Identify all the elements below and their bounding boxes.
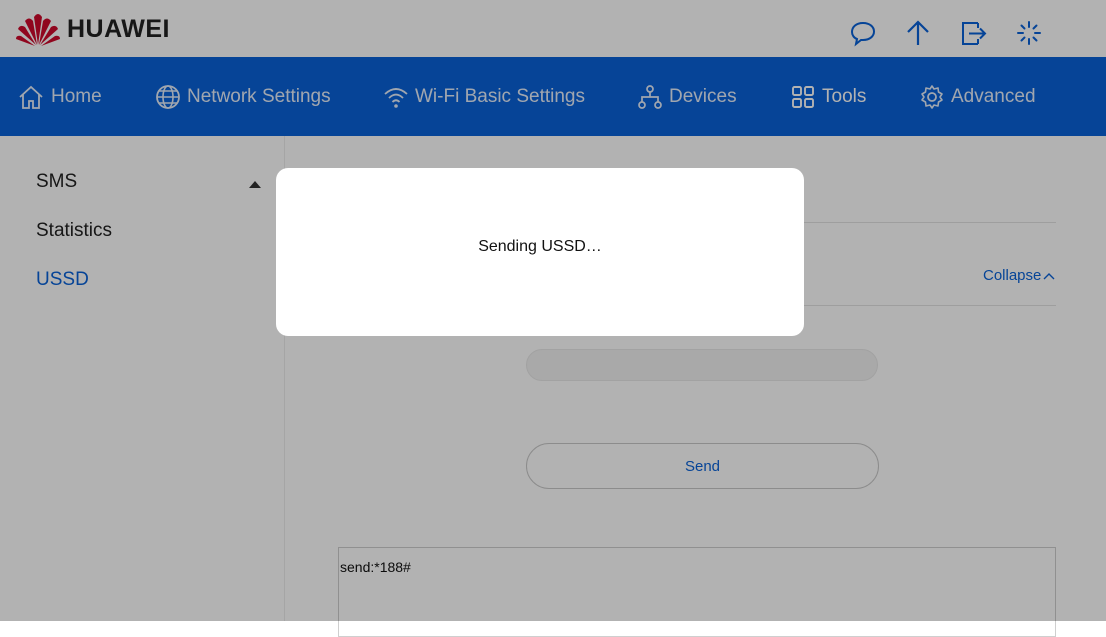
sending-dialog: Sending USSD…	[276, 168, 804, 336]
sending-message: Sending USSD…	[478, 238, 602, 255]
